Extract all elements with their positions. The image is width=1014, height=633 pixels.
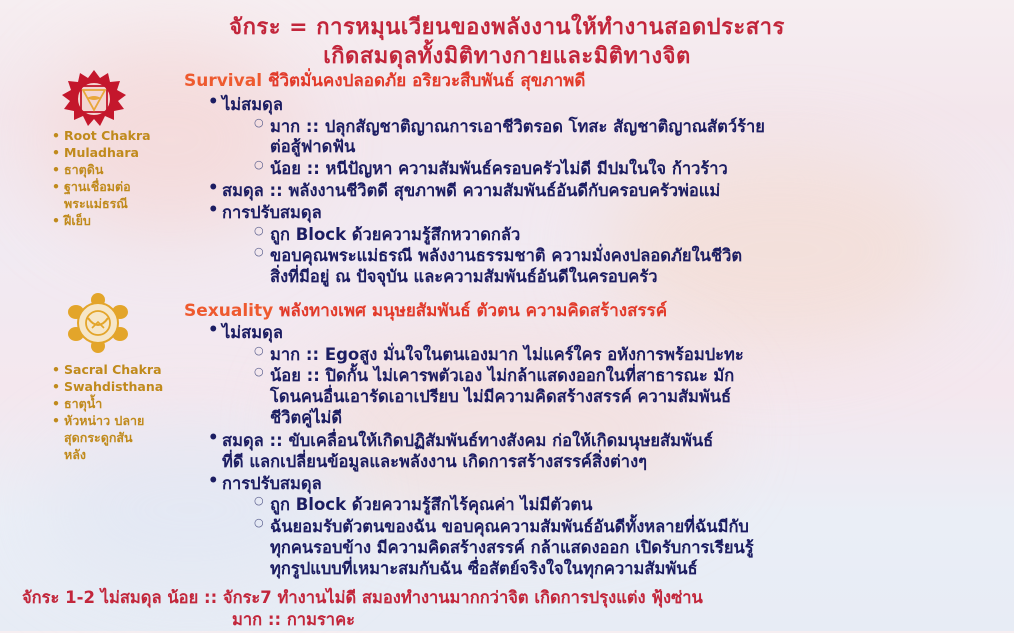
- root-heading-th: ชีวิตมั่นคงปลอดภัย อริยวะสืบพันธ์ สุขภาพ…: [267, 71, 586, 91]
- side-item: ธาตุน้ำ: [52, 395, 182, 412]
- side-item: Swahdisthana: [52, 378, 182, 395]
- sacral-chakra-icon: [68, 293, 128, 353]
- sacral-adjust-cont-2: ทุกรูปแบบที่เหมาะสมกับฉัน ซื่อสัตย์จริงใ…: [270, 559, 698, 578]
- side-item: ฐานเชื่อมต่อ: [52, 178, 182, 195]
- root-heading-en: Survival: [184, 71, 263, 91]
- root-chakra-side-list: Root Chakra Muladhara ธาตุดิน ฐานเชื่อมต…: [52, 127, 182, 229]
- sacral-chakra-side-list: Sacral Chakra Swahdisthana ธาตุน้ำ หัวหน…: [52, 361, 182, 463]
- footer-note-line-2: มาก :: กามราคะ: [232, 610, 355, 629]
- root-chakra-heading: Survival ชีวิตมั่นคงปลอดภัย อริยวะสืบพัน…: [184, 67, 585, 94]
- side-item-continuation: หลัง: [64, 447, 87, 462]
- side-item: ฝีเย็บ: [52, 212, 182, 229]
- side-item-continuation: พระแม่ธรณี: [64, 196, 128, 211]
- side-item: ธาตุดิน: [52, 161, 182, 178]
- root-adjust-cont: สิ่งที่มีอยู่ ณ ปัจจุบัน และความสัมพันธ์…: [270, 267, 658, 286]
- sacral-heading-th: พลังทางเพศ มนุษยสัมพันธ์ ตัวตน ความคิดสร…: [279, 301, 668, 321]
- side-item: Sacral Chakra: [52, 361, 182, 378]
- sacral-heading-en: Sexuality: [184, 301, 274, 321]
- side-item: หัวหน่าว ปลาย: [52, 412, 182, 429]
- root-chakra-icon: [62, 70, 126, 126]
- footer-note-line-1: จักระ 1-2 ไม่สมดุล น้อย :: จักระ7 ทำงานไ…: [22, 588, 703, 607]
- side-item: Muladhara: [52, 144, 182, 161]
- side-item-continuation: สุดกระดูกสัน: [64, 430, 133, 445]
- side-item: Root Chakra: [52, 127, 182, 144]
